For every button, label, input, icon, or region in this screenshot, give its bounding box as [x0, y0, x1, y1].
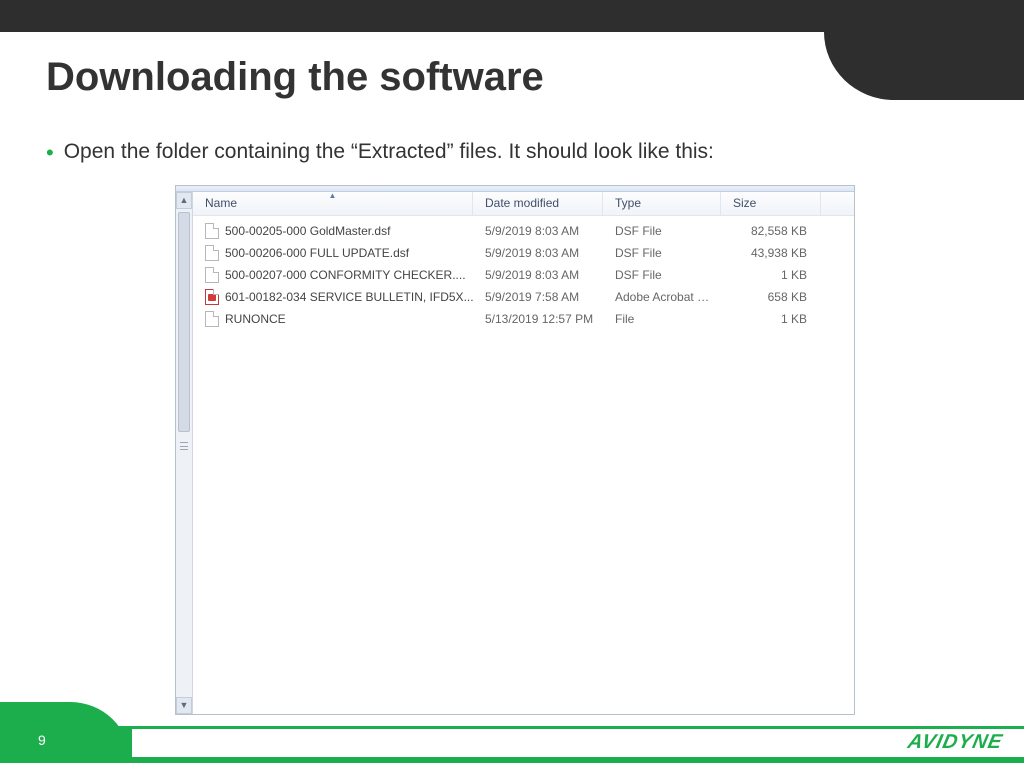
cell-name: 500-00207-000 CONFORMITY CHECKER....: [193, 267, 473, 283]
scroll-down-arrow-icon[interactable]: ▼: [176, 697, 192, 714]
scroll-grip-icon: [180, 442, 188, 450]
file-icon: [205, 311, 219, 327]
footer-curve: [0, 702, 130, 760]
cell-size: 43,938 KB: [721, 246, 821, 260]
table-row[interactable]: 500-00205-000 GoldMaster.dsf 5/9/2019 8:0…: [193, 220, 854, 242]
footer-white-strip: [132, 729, 1024, 757]
col-header-name-label: Name: [205, 196, 237, 210]
cell-date: 5/9/2019 8:03 AM: [473, 246, 603, 260]
cell-date: 5/9/2019 8:03 AM: [473, 268, 603, 282]
footer-baseline: [0, 760, 1024, 768]
header-bar: [0, 0, 1024, 32]
file-listing: Name ▲ Date modified Type Size 500-00205…: [193, 192, 854, 714]
cell-size: 1 KB: [721, 268, 821, 282]
file-name: RUNONCE: [225, 312, 286, 326]
cell-name: 500-00205-000 GoldMaster.dsf: [193, 223, 473, 239]
column-headers[interactable]: Name ▲ Date modified Type Size: [193, 192, 854, 216]
bullet-icon: •: [46, 141, 54, 165]
scroll-up-arrow-icon[interactable]: ▲: [176, 192, 192, 209]
bullet-item: • Open the folder containing the “Extrac…: [46, 140, 714, 165]
table-row[interactable]: 500-00206-000 FULL UPDATE.dsf 5/9/2019 8:…: [193, 242, 854, 264]
col-header-size[interactable]: Size: [721, 192, 821, 215]
cell-name: 601-00182-034 SERVICE BULLETIN, IFD5X...: [193, 289, 473, 305]
cell-size: 658 KB: [721, 290, 821, 304]
table-row[interactable]: 601-00182-034 SERVICE BULLETIN, IFD5X...…: [193, 286, 854, 308]
file-icon: [205, 223, 219, 239]
scroll-thumb[interactable]: [178, 212, 190, 432]
file-icon: [205, 245, 219, 261]
cell-type: DSF File: [603, 246, 721, 260]
table-row[interactable]: RUNONCE 5/13/2019 12:57 PMFile1 KB: [193, 308, 854, 330]
sort-ascending-icon: ▲: [329, 191, 337, 200]
cell-type: File: [603, 312, 721, 326]
cell-date: 5/13/2019 12:57 PM: [473, 312, 603, 326]
cell-type: DSF File: [603, 268, 721, 282]
file-name: 500-00206-000 FULL UPDATE.dsf: [225, 246, 409, 260]
cell-type: DSF File: [603, 224, 721, 238]
cell-date: 5/9/2019 7:58 AM: [473, 290, 603, 304]
table-row[interactable]: 500-00207-000 CONFORMITY CHECKER.... 5/9/…: [193, 264, 854, 286]
slide-title: Downloading the software: [46, 55, 544, 100]
cell-size: 1 KB: [721, 312, 821, 326]
file-name: 500-00207-000 CONFORMITY CHECKER....: [225, 268, 466, 282]
file-icon: [205, 267, 219, 283]
cell-date: 5/9/2019 8:03 AM: [473, 224, 603, 238]
cell-size: 82,558 KB: [721, 224, 821, 238]
cell-name: 500-00206-000 FULL UPDATE.dsf: [193, 245, 473, 261]
header-curve: [824, 32, 1024, 100]
vertical-scrollbar[interactable]: ▲ ▼: [176, 192, 193, 714]
file-name: 601-00182-034 SERVICE BULLETIN, IFD5X...: [225, 290, 473, 304]
file-explorer: ▲ ▼ Name ▲ Date modified Type Size 500-0…: [175, 185, 855, 715]
pdf-file-icon: [205, 289, 219, 305]
bullet-text: Open the folder containing the “Extracte…: [64, 140, 714, 164]
col-header-type[interactable]: Type: [603, 192, 721, 215]
col-header-name[interactable]: Name ▲: [193, 192, 473, 215]
col-header-date[interactable]: Date modified: [473, 192, 603, 215]
cell-name: RUNONCE: [193, 311, 473, 327]
brand-logo: AVIDYNE: [908, 731, 1002, 754]
page-number: 9: [38, 732, 46, 748]
file-name: 500-00205-000 GoldMaster.dsf: [225, 224, 390, 238]
cell-type: Adobe Acrobat D...: [603, 290, 721, 304]
